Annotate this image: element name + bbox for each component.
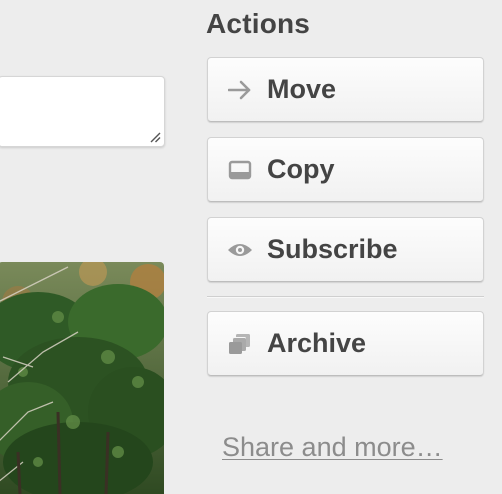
archive-label: Archive <box>267 328 367 358</box>
subscribe-label: Subscribe <box>267 234 398 264</box>
forest-photo <box>0 262 164 494</box>
archive-button[interactable]: Archive <box>207 311 484 376</box>
card-cover-image <box>0 262 164 494</box>
move-label: Move <box>267 74 337 104</box>
arrow-right-icon <box>227 77 253 103</box>
share-and-more-link[interactable]: Share and more… <box>222 432 443 463</box>
actions-divider <box>207 296 484 298</box>
move-button[interactable]: Move <box>207 57 484 122</box>
card-copy-icon <box>227 157 253 183</box>
subscribe-button[interactable]: Subscribe <box>207 217 484 282</box>
copy-label: Copy <box>267 154 335 184</box>
actions-heading: Actions <box>206 8 311 39</box>
archive-icon <box>227 331 253 357</box>
eye-icon <box>227 237 253 263</box>
copy-button[interactable]: Copy <box>207 137 484 202</box>
comment-input[interactable] <box>0 76 165 147</box>
resize-handle-icon[interactable] <box>149 131 161 143</box>
